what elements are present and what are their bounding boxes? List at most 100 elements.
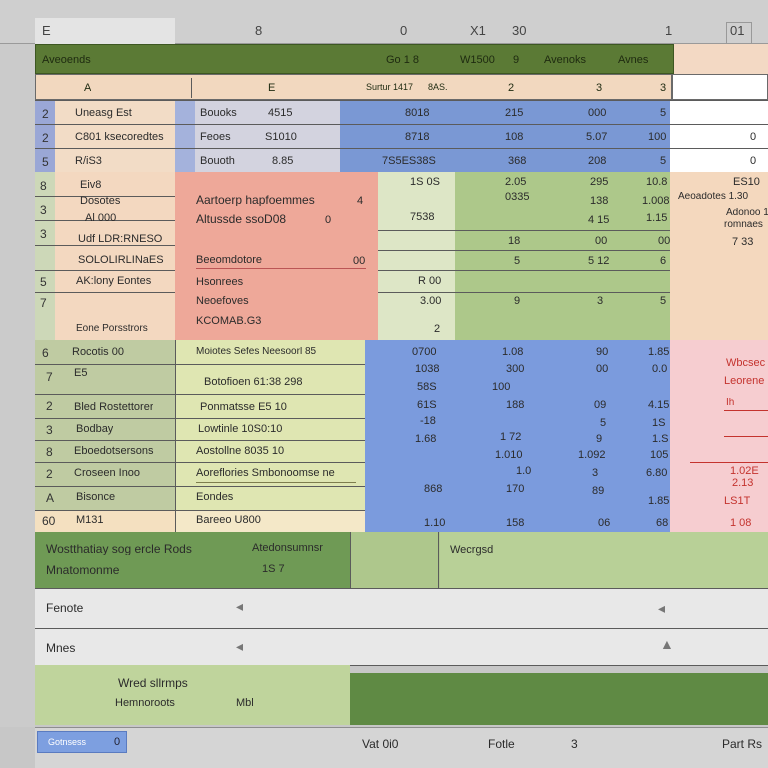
lower-right[interactable]: 1.02E [730, 466, 759, 477]
arrow-icon[interactable]: ◂ [236, 598, 243, 615]
pink-line[interactable]: Hsonrees [196, 277, 243, 288]
row-name[interactable]: Bouoth [200, 156, 235, 167]
mid-v3[interactable]: 5 12 [588, 256, 609, 267]
lower-v2[interactable]: 1.08 [502, 347, 523, 358]
mid-v2[interactable]: 9 [514, 296, 520, 307]
lower-v1[interactable]: 58S [417, 382, 437, 393]
arrow-icon[interactable]: ◂ [236, 638, 243, 655]
lower-v3[interactable]: 9 [596, 434, 602, 445]
mid-v3[interactable]: 00 [595, 236, 607, 247]
lower-right[interactable]: Leorene [724, 376, 764, 387]
label-b[interactable]: E [268, 83, 275, 94]
lower-row-name[interactable]: Moiotes Sefes Neesoorl 85 [196, 347, 316, 357]
row-label[interactable]: Uneasg Est [75, 108, 132, 119]
mid-right[interactable]: Aeoadotes 1.30 [678, 192, 748, 202]
lower-v1[interactable]: 1038 [415, 364, 439, 375]
mid-v1[interactable]: R 00 [418, 276, 441, 287]
pink-line[interactable]: KCOMAB.G3 [196, 316, 261, 327]
mid-row-label[interactable]: SOLOLIRLINaES [78, 255, 164, 266]
row-v2[interactable]: 368 [508, 156, 526, 167]
mid-v2[interactable]: 0335 [505, 192, 529, 203]
mid-v4[interactable]: 6 [660, 256, 666, 267]
mid-v3[interactable]: 295 [590, 177, 608, 188]
row-v1[interactable]: 8718 [405, 132, 429, 143]
lower-v1[interactable]: 1.10 [424, 518, 445, 529]
pink-line[interactable]: Aartoerp hapfoemmes [196, 194, 315, 206]
label-d[interactable]: 8AS. [428, 83, 448, 92]
pink-line[interactable]: Neoefoves [196, 296, 249, 307]
lower-v4[interactable]: 1.85 [648, 496, 669, 507]
label-e[interactable]: 2 [508, 83, 514, 94]
lower-right[interactable]: 1 08 [730, 518, 751, 529]
name-box[interactable] [35, 18, 175, 44]
title-c5[interactable]: Avnes [618, 55, 648, 66]
label-g[interactable]: 3 [660, 83, 666, 94]
label-c[interactable]: Surtur 1417 [366, 83, 413, 92]
row-code[interactable]: 4515 [268, 108, 292, 119]
row-label[interactable]: C801 ksecoredtes [75, 132, 164, 143]
mid-v2[interactable]: 5 [514, 256, 520, 267]
mid-v4[interactable]: 5 [660, 296, 666, 307]
row-name[interactable]: Feoes [200, 132, 231, 143]
lower-v1[interactable]: 61S [417, 400, 437, 411]
mid-row-label[interactable]: Dosotes [80, 196, 120, 207]
lower-v3[interactable]: 90 [596, 347, 608, 358]
mid-v2[interactable]: 2.05 [505, 177, 526, 188]
lower-v2[interactable]: 188 [506, 400, 524, 411]
mid-v4[interactable]: 10.8 [646, 177, 667, 188]
lower-v4[interactable]: 4.15 [648, 400, 669, 411]
lower-row-name[interactable]: Botofioen 61:38 298 [204, 377, 302, 388]
row-v1[interactable]: 7S5ES38S [382, 156, 436, 167]
pink-line[interactable]: Beeomdotore [196, 255, 262, 266]
lower-row-name[interactable]: Aoreflories Smbonoomse ne [196, 468, 335, 479]
col-header-f[interactable]: 1 [665, 24, 672, 37]
mid-v4[interactable]: 00 [658, 236, 670, 247]
mid-v4[interactable]: 1.008 [642, 196, 670, 207]
mid-v3[interactable]: 4 15 [588, 215, 609, 226]
lower-right[interactable]: 2.13 [732, 478, 753, 489]
row-name[interactable]: Bouoks [200, 108, 237, 119]
row-v4[interactable]: 100 [648, 132, 666, 143]
row-v4[interactable]: 5 [660, 108, 666, 119]
mid-v3[interactable]: 138 [590, 196, 608, 207]
title-c1[interactable]: Go 1 8 [386, 55, 419, 66]
lower-v4[interactable]: 0.0 [652, 364, 667, 375]
sheet-tab[interactable]: Gotnsess 0 [37, 731, 127, 753]
lower-v2[interactable]: 1 72 [500, 432, 521, 443]
mid-right[interactable]: 7 33 [732, 237, 753, 248]
lower-v3[interactable]: 06 [598, 518, 610, 529]
row-code[interactable]: S1010 [265, 132, 297, 143]
label-f[interactable]: 3 [596, 83, 602, 94]
summary-mid-value[interactable]: 1S 7 [262, 564, 285, 575]
mid-v1[interactable]: 1S 0S [410, 177, 440, 188]
pink-line[interactable]: Altussde ssoD08 [196, 213, 286, 225]
lower-row-label[interactable]: M131 [76, 515, 104, 526]
lower-v4[interactable]: 6.80 [646, 468, 667, 479]
mid-row-label[interactable]: Eiv8 [80, 180, 101, 191]
lower-v2[interactable]: 1.0 [516, 466, 531, 477]
mid-v1[interactable]: 3.00 [420, 296, 441, 307]
lower-row-label[interactable]: Bled Rostettorer [74, 402, 153, 413]
mid-v2[interactable]: 18 [508, 236, 520, 247]
lower-v4[interactable]: 1.S [652, 434, 669, 445]
col-header-c[interactable]: 0 [400, 24, 407, 37]
arrow-icon[interactable]: ▲ [660, 636, 674, 652]
mid-row-label[interactable]: Al 000 [85, 213, 116, 224]
filter-row-label[interactable]: Mnes [46, 642, 75, 654]
row-label[interactable]: R/iS3 [75, 156, 102, 167]
row-v2[interactable]: 108 [505, 132, 523, 143]
lower-right[interactable]: LS1T [724, 496, 750, 507]
row-right[interactable]: 0 [750, 132, 756, 143]
lower-v1[interactable]: 0700 [412, 347, 436, 358]
lower-row-name[interactable]: Lowtinle 10S0:10 [198, 424, 282, 435]
sheet-tab-label[interactable]: Gotnsess [48, 738, 86, 747]
lower-v2[interactable]: 100 [492, 382, 510, 393]
lower-row-label[interactable]: Bisonce [76, 492, 115, 503]
lower-v3[interactable]: 00 [596, 364, 608, 375]
lower-v3[interactable]: 09 [594, 400, 606, 411]
row-v2[interactable]: 215 [505, 108, 523, 119]
lower-row-label[interactable]: Eboedotsersons [74, 446, 154, 457]
lower-row-name[interactable]: Eondes [196, 492, 233, 503]
label-a[interactable]: A [84, 83, 91, 94]
row-v3[interactable]: 5.07 [586, 132, 607, 143]
